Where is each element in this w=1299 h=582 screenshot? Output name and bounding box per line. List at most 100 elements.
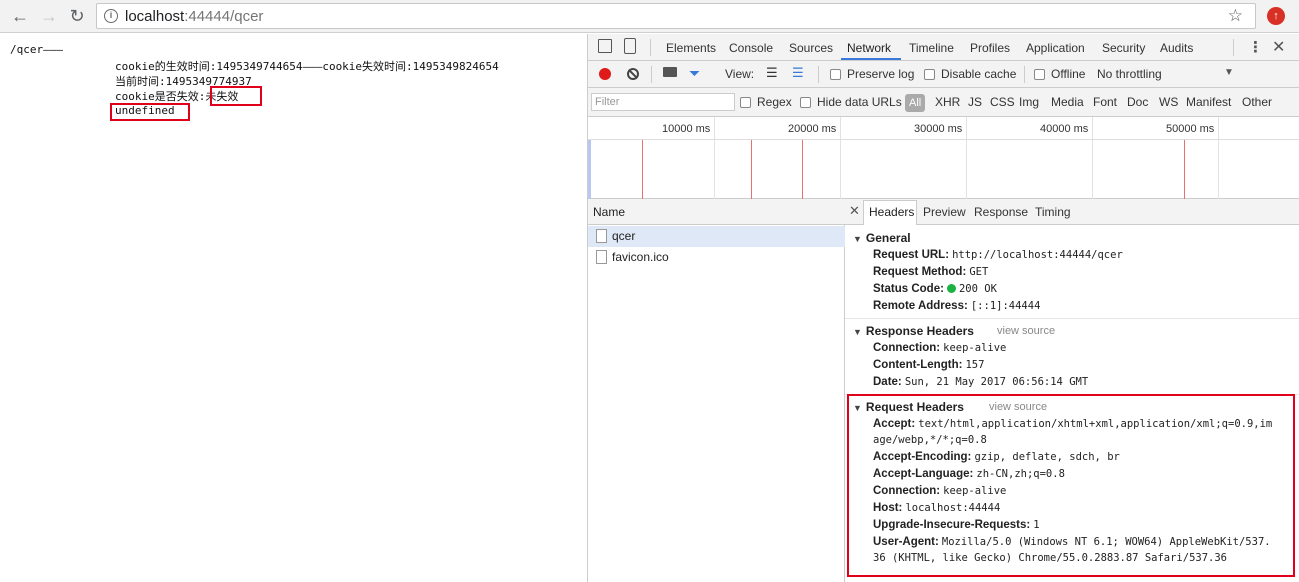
general-section-title[interactable]: ▼ General bbox=[853, 231, 911, 245]
req-user-agent-row: User-Agent: Mozilla/5.0 (Windows NT 6.1;… bbox=[873, 536, 1271, 548]
tab-timing[interactable]: Timing bbox=[1035, 205, 1071, 219]
filter-css[interactable]: CSS bbox=[990, 95, 1015, 109]
filter-ws[interactable]: WS bbox=[1159, 95, 1178, 109]
regex-checkbox[interactable] bbox=[740, 97, 751, 108]
tab-sources[interactable]: Sources bbox=[789, 41, 833, 55]
resp-date-row: Date: Sun, 21 May 2017 06:56:14 GMT bbox=[873, 376, 1089, 388]
offline-checkbox[interactable] bbox=[1034, 69, 1045, 80]
req-accept-row-cont: age/webp,*/*;q=0.8 bbox=[873, 434, 987, 446]
filter-funnel-icon[interactable]: ⏷ bbox=[689, 65, 700, 82]
tab-preview[interactable]: Preview bbox=[923, 205, 966, 219]
status-ok-icon bbox=[946, 284, 956, 293]
section-divider bbox=[845, 318, 1299, 319]
tab-security[interactable]: Security bbox=[1102, 41, 1145, 55]
more-menu-icon[interactable]: ⋮ bbox=[1248, 38, 1263, 56]
overview-load-marker bbox=[751, 140, 752, 199]
throttling-select[interactable]: No throttling bbox=[1097, 67, 1162, 81]
request-view-source-link[interactable]: view source bbox=[989, 401, 1047, 413]
req-accept-row: Accept: text/html,application/xhtml+xml,… bbox=[873, 418, 1273, 430]
forward-arrow-icon[interactable]: → bbox=[38, 6, 60, 26]
disable-cache-label: Disable cache bbox=[941, 67, 1017, 81]
document-icon bbox=[596, 250, 607, 264]
filter-doc[interactable]: Doc bbox=[1127, 95, 1148, 109]
request-row-favicon[interactable]: favicon.ico bbox=[588, 247, 845, 268]
tabbar-separator bbox=[650, 39, 651, 56]
tab-timeline[interactable]: Timeline bbox=[909, 41, 954, 55]
request-headers-title[interactable]: ▼ Request Headers bbox=[853, 400, 964, 414]
tab-console[interactable]: Console bbox=[729, 41, 773, 55]
address-url: localhost:44444/qcer bbox=[125, 8, 264, 25]
device-toolbar-icon[interactable] bbox=[624, 38, 636, 54]
req-accept-language-row: Accept-Language: zh-CN,zh;q=0.8 bbox=[873, 468, 1065, 480]
req-connection-row: Connection: keep-alive bbox=[873, 485, 1007, 497]
clear-icon[interactable] bbox=[627, 68, 639, 80]
close-detail-icon[interactable]: ✕ bbox=[849, 203, 860, 219]
req-accept-encoding-row: Accept-Encoding: gzip, deflate, sdch, br bbox=[873, 451, 1120, 463]
reload-icon[interactable]: ↻ bbox=[66, 6, 88, 26]
request-name-list: Name qcer favicon.ico bbox=[588, 199, 845, 582]
regex-label: Regex bbox=[757, 95, 792, 109]
name-column-header[interactable]: Name bbox=[588, 199, 845, 225]
overview-rule bbox=[588, 139, 1299, 140]
overview-gridline bbox=[714, 117, 715, 199]
hide-data-urls-checkbox[interactable] bbox=[800, 97, 811, 108]
tab-response[interactable]: Response bbox=[974, 205, 1028, 219]
resp-content-length-row: Content-Length: 157 bbox=[873, 359, 985, 371]
waterfall-view-icon[interactable]: ☰ bbox=[792, 65, 804, 81]
filter-input[interactable]: Filter bbox=[591, 93, 735, 111]
record-icon[interactable] bbox=[599, 68, 611, 80]
overview-gridline bbox=[1218, 117, 1219, 199]
detail-tabbar: ✕ Headers Preview Response Timing bbox=[845, 199, 1299, 225]
devtools-tabbar: Elements Console Sources Network Timelin… bbox=[588, 34, 1299, 61]
filter-other[interactable]: Other bbox=[1242, 95, 1272, 109]
address-bar[interactable]: i localhost:44444/qcer ☆ bbox=[96, 3, 1256, 29]
back-arrow-icon[interactable]: ← bbox=[9, 6, 31, 26]
browser-toolbar: ← → ↻ i localhost:44444/qcer ☆ ↑ bbox=[0, 0, 1299, 33]
large-rows-icon[interactable]: ☰ bbox=[766, 65, 778, 81]
req-user-agent-row-cont: 36 (KHTML, like Gecko) Chrome/55.0.2883.… bbox=[873, 552, 1228, 564]
screenshot-camera-icon[interactable] bbox=[663, 67, 677, 77]
response-view-source-link[interactable]: view source bbox=[997, 325, 1055, 337]
expand-triangle-icon: ▼ bbox=[853, 234, 862, 244]
overview-gridline bbox=[1092, 117, 1093, 199]
request-row-qcer[interactable]: qcer bbox=[588, 226, 845, 247]
request-url-row: Request URL: http://localhost:44444/qcer bbox=[873, 249, 1123, 261]
filter-manifest[interactable]: Manifest bbox=[1186, 95, 1231, 109]
info-icon[interactable]: i bbox=[104, 9, 118, 23]
tab-network[interactable]: Network bbox=[847, 41, 891, 55]
overview-load-marker bbox=[642, 140, 643, 199]
tab-elements[interactable]: Elements bbox=[666, 41, 716, 55]
filter-font[interactable]: Font bbox=[1093, 95, 1117, 109]
disable-cache-checkbox[interactable] bbox=[924, 69, 935, 80]
close-devtools-icon[interactable]: ✕ bbox=[1272, 37, 1285, 57]
tab-audits[interactable]: Audits bbox=[1160, 41, 1193, 55]
active-tab-indicator bbox=[841, 58, 901, 60]
filter-media[interactable]: Media bbox=[1051, 95, 1084, 109]
request-method-row: Request Method: GET bbox=[873, 266, 989, 278]
network-overview[interactable]: 10000 ms 20000 ms 30000 ms 40000 ms 5000… bbox=[588, 117, 1299, 199]
response-headers-title[interactable]: ▼ Response Headers bbox=[853, 324, 974, 338]
view-label: View: bbox=[725, 67, 755, 81]
filter-xhr[interactable]: XHR bbox=[935, 95, 960, 109]
extension-icon[interactable]: ↑ bbox=[1267, 7, 1285, 25]
req-upgrade-row: Upgrade-Insecure-Requests: 1 bbox=[873, 519, 1040, 531]
overview-load-marker bbox=[802, 140, 803, 199]
overview-request-bar bbox=[588, 140, 591, 199]
tab-application[interactable]: Application bbox=[1026, 41, 1085, 55]
filter-img[interactable]: Img bbox=[1019, 95, 1039, 109]
request-detail-panel: ✕ Headers Preview Response Timing ▼ Gener… bbox=[845, 199, 1299, 582]
bookmark-star-icon[interactable]: ☆ bbox=[1228, 6, 1243, 26]
tab-headers[interactable]: Headers bbox=[869, 205, 914, 219]
inspect-element-icon[interactable] bbox=[598, 39, 612, 53]
network-controls: ⏷ View: ☰ ☰ Preserve log Disable cache O… bbox=[588, 61, 1299, 88]
filter-all-button[interactable]: All bbox=[905, 94, 926, 112]
offline-label: Offline bbox=[1051, 67, 1086, 81]
throttling-dropdown-icon[interactable]: ▼ bbox=[1224, 67, 1234, 78]
status-code-row: Status Code: 200 OK bbox=[873, 283, 997, 295]
overview-gridline bbox=[966, 117, 967, 199]
controls-separator bbox=[651, 66, 652, 83]
tab-profiles[interactable]: Profiles bbox=[970, 41, 1010, 55]
preserve-log-checkbox[interactable] bbox=[830, 69, 841, 80]
filter-js[interactable]: JS bbox=[968, 95, 982, 109]
overview-tick-label: 20000 ms bbox=[788, 123, 837, 135]
